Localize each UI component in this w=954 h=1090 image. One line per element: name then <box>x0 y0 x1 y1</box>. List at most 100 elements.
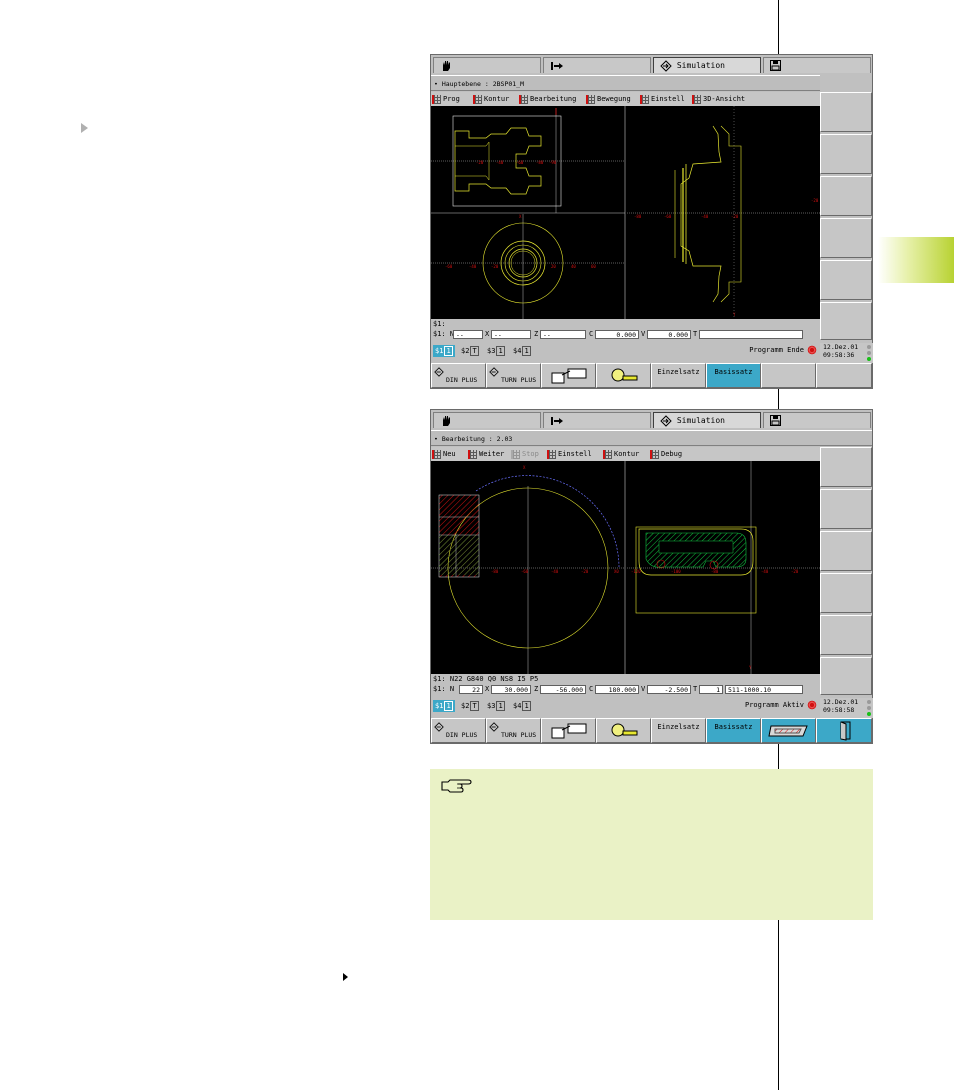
svg-text:-20: -20 <box>476 160 484 165</box>
softkey-vertical-6[interactable] <box>820 302 872 340</box>
menu-label: Stop <box>522 450 539 458</box>
turn-plus-button[interactable]: TURN PLUS <box>486 363 541 388</box>
svg-text:-20: -20 <box>491 264 499 269</box>
tab-automatic[interactable] <box>543 57 651 73</box>
menu-item-bewegung[interactable]: Bewegung <box>586 92 631 106</box>
field-z: -56.000 <box>540 685 586 694</box>
mode-line: • Bearbeitung : 2.03 <box>431 430 872 446</box>
svg-text:X: X <box>519 214 522 219</box>
menu-label: Kontur <box>614 450 640 458</box>
channel-prefix: $1: N <box>433 685 455 693</box>
svg-text:Y: Y <box>749 665 752 670</box>
label-t: T <box>693 330 698 338</box>
zoom-window-icon <box>551 368 587 384</box>
channel-1[interactable]: $1 1 <box>433 345 455 357</box>
svg-text:-60: -60 <box>521 569 529 574</box>
menu-bar: Neu Weiter Stop Einstell Kontur Debug <box>431 447 820 461</box>
simulation-canvas[interactable]: -20 -40 -60 -80 -90 -60 -40 -20 20 40 60 X <box>431 106 820 319</box>
tab-manual[interactable] <box>433 57 541 73</box>
svg-text:X: X <box>523 465 526 470</box>
softkey-vertical-1[interactable] <box>820 92 872 132</box>
softkey-vertical-4[interactable] <box>820 218 872 258</box>
vertical-softkeys <box>820 447 873 702</box>
stop-icon[interactable] <box>807 700 817 710</box>
hand-icon <box>443 60 450 71</box>
menu-grid-icon <box>547 449 556 459</box>
magnifier-button[interactable] <box>596 363 651 388</box>
basissatz-button[interactable]: Basissatz <box>706 363 761 388</box>
label-c: C <box>589 330 594 338</box>
menu-item-bearbeitung[interactable]: Bearbeitung <box>519 92 576 106</box>
tab-simulation[interactable]: Simulation <box>653 412 761 428</box>
magnifier-icon <box>611 723 638 737</box>
channel-prefix: $1: N <box>433 330 455 338</box>
channel-1[interactable]: $1 1 <box>433 700 455 712</box>
front-view: -60 -40 -20 20 40 60 X <box>431 214 625 319</box>
label-v: V <box>641 685 646 693</box>
din-plus-button[interactable]: DIN PLUS <box>431 363 486 388</box>
tab-manual[interactable] <box>433 412 541 428</box>
channel-4[interactable]: $4 1 <box>511 700 533 712</box>
softkey-horizontal-7[interactable] <box>761 363 816 388</box>
channel-3[interactable]: $3 1 <box>485 700 507 712</box>
menu-item-kontur[interactable]: Kontur <box>473 92 509 106</box>
tab-automatic[interactable] <box>543 412 651 428</box>
menu-item-einstell[interactable]: Einstell <box>547 447 592 461</box>
menu-item-kontur[interactable]: Kontur <box>603 447 639 461</box>
menu-item-neu[interactable]: Neu <box>432 447 456 461</box>
menu-item-3d-ansicht[interactable]: 3D-Ansicht <box>692 92 745 106</box>
note-box <box>430 769 873 920</box>
softkey-horizontal-8[interactable] <box>816 363 872 388</box>
softkey-vertical-4[interactable] <box>820 573 872 613</box>
softkey-vertical-3[interactable] <box>820 531 872 571</box>
tab-save[interactable] <box>763 57 871 73</box>
menu-label: Debug <box>661 450 683 458</box>
magnifier-icon <box>611 368 638 382</box>
softkey-vertical-5[interactable] <box>820 260 872 300</box>
softkey-vertical-1[interactable] <box>820 447 872 487</box>
svg-text:-90: -90 <box>549 160 557 165</box>
turn-plus-button[interactable]: TURN PLUS <box>486 718 541 743</box>
menu-item-prog[interactable]: Prog <box>432 92 460 106</box>
program-arrow-icon <box>551 61 563 70</box>
einzelsatz-button[interactable]: Einzelsatz <box>651 363 706 388</box>
menu-grid-icon <box>468 449 477 459</box>
softkey-vertical-3[interactable] <box>820 176 872 216</box>
softkey-vertical-5[interactable] <box>820 615 872 655</box>
basissatz-button[interactable]: Basissatz <box>706 718 761 743</box>
tab-save[interactable] <box>763 412 871 428</box>
simulation-icon <box>660 414 672 427</box>
channel-3[interactable]: $3 1 <box>485 345 507 357</box>
svg-text:-40: -40 <box>496 160 504 165</box>
channel-4[interactable]: $4 1 <box>511 345 533 357</box>
din-plus-button[interactable]: DIN PLUS <box>431 718 486 743</box>
svg-text:-20: -20 <box>581 569 589 574</box>
field-c: 0.000 <box>595 330 639 339</box>
menu-item-debug[interactable]: Debug <box>650 447 682 461</box>
magnifier-button[interactable] <box>596 718 651 743</box>
stop-icon[interactable] <box>807 345 817 355</box>
nc-block-line: $1: N22 G840 Q0 NS8 I5 P5 <box>431 674 820 684</box>
pointing-hand-icon <box>441 779 472 793</box>
simulation-canvas[interactable]: -80 -60 -40 -20 X0 X -120 -100 -80 -40 -20 Y <box>431 461 820 674</box>
menu-item-weiter[interactable]: Weiter <box>468 447 504 461</box>
menu-item-einstell[interactable]: Einstell <box>640 92 685 106</box>
field-x: 30.000 <box>491 685 531 694</box>
horizontal-softkeys: DIN PLUS TURN PLUS Einzelsatz Basissatz <box>431 718 872 743</box>
zoom-window-button[interactable] <box>541 718 596 743</box>
softkey-vertical-2[interactable] <box>820 134 872 174</box>
menu-label: Einstell <box>651 95 685 103</box>
einzelsatz-button[interactable]: Einzelsatz <box>651 718 706 743</box>
channel-2[interactable]: $2 T <box>459 345 481 357</box>
channel-2[interactable]: $2 T <box>459 700 481 712</box>
workpiece-view-button[interactable] <box>761 718 816 743</box>
softkey-vertical-2[interactable] <box>820 489 872 529</box>
zoom-window-button[interactable] <box>541 363 596 388</box>
exit-door-button[interactable] <box>816 718 872 743</box>
softkey-vertical-6[interactable] <box>820 657 872 695</box>
date: 12.Dez.01 <box>823 698 859 706</box>
simulation-screen-1: Simulation • Hauptebene : 2BSP01_M Prog … <box>430 54 873 389</box>
tab-simulation[interactable]: Simulation <box>653 57 761 73</box>
simulation-icon <box>434 722 444 732</box>
menu-grid-icon <box>650 449 659 459</box>
